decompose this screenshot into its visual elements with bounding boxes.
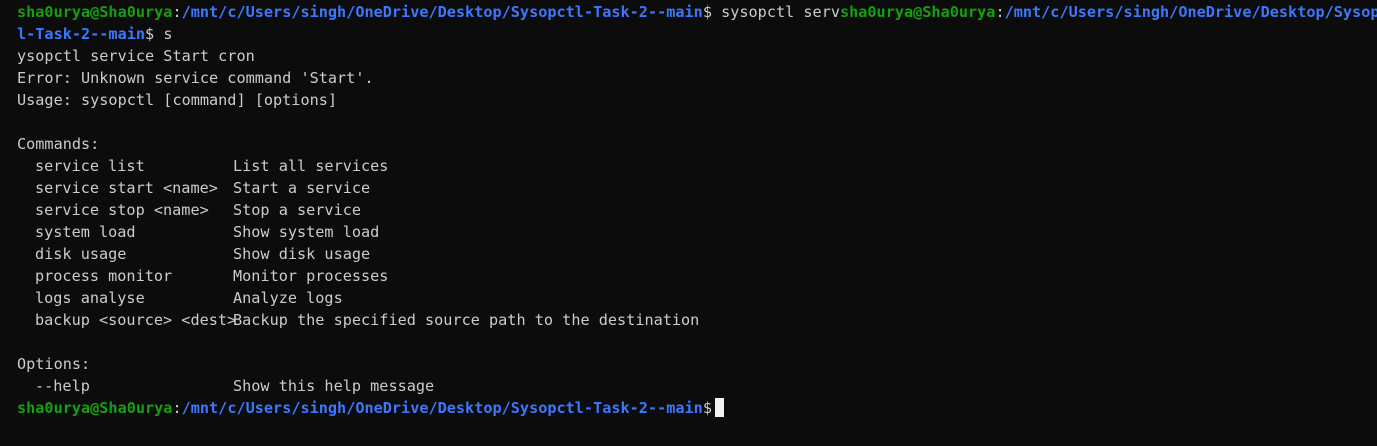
command-row: system load Show system load	[17, 221, 1377, 243]
command-name: backup <source> <dest>	[35, 311, 237, 329]
prompt-path-wrapped: /mnt/c/Users/singh/OneDrive/Desktop/Syso…	[1004, 3, 1377, 21]
command-name: logs analyse	[35, 289, 145, 307]
command-name: service list	[35, 157, 145, 175]
output-echo: ysopctl service Start cron	[17, 47, 255, 65]
prompt-symbol: $	[145, 25, 155, 43]
output-usage: Usage: sysopctl [command] [options]	[17, 91, 338, 109]
prompt-user-host: sha0urya@Sha0urya	[17, 399, 173, 417]
command-row: logs analyse Analyze logs	[17, 287, 1377, 309]
command-desc: Start a service	[233, 179, 371, 197]
command-name: disk usage	[35, 245, 127, 263]
prompt-path-wrapped-tail: l-Task-2--main	[17, 25, 146, 43]
command-name: process monitor	[35, 267, 173, 285]
prompt-user-host: sha0urya@Sha0urya	[839, 3, 996, 21]
prompt-symbol: $	[702, 3, 712, 21]
command-name: system load	[35, 223, 136, 241]
active-prompt-line[interactable]: sha0urya@Sha0urya:/mnt/c/Users/singh/One…	[17, 397, 1377, 419]
commands-header: Commands:	[17, 135, 100, 153]
command-desc: Show disk usage	[233, 245, 371, 263]
option-desc: Show this help message	[233, 377, 435, 395]
command-row: disk usage Show disk usage	[17, 243, 1377, 265]
prompt-path: /mnt/c/Users/singh/OneDrive/Desktop/Syso…	[181, 399, 703, 417]
command-desc: Show system load	[233, 223, 380, 241]
command-row: backup <source> <dest>Backup the specifi…	[17, 309, 1377, 331]
output-error: Error: Unknown service command 'Start'.	[17, 69, 374, 87]
terminal-line-1: sha0urya@Sha0urya:/mnt/c/Users/singh/One…	[17, 1, 1377, 23]
prompt-symbol: $	[702, 399, 712, 417]
command-name: service start <name>	[35, 179, 218, 197]
option-row: --help Show this help message	[17, 375, 1377, 397]
command-desc: Stop a service	[233, 201, 362, 219]
prompt-user-host: sha0urya@Sha0urya	[17, 3, 173, 21]
options-list: --help Show this help message	[17, 375, 1377, 397]
text-cursor[interactable]	[714, 398, 724, 417]
typed-command: sysopctl serv	[711, 3, 840, 21]
command-row: service start <name> Start a service	[17, 177, 1377, 199]
command-name: service stop <name>	[35, 201, 209, 219]
terminal-window[interactable]: sha0urya@Sha0urya:/mnt/c/Users/singh/One…	[0, 0, 1377, 446]
command-row: service stop <name> Stop a service	[17, 199, 1377, 221]
typed-command: s	[154, 25, 173, 43]
option-name: --help	[35, 377, 90, 395]
command-desc: List all services	[233, 157, 389, 175]
command-desc: Analyze logs	[233, 289, 343, 307]
prompt-path: /mnt/c/Users/singh/OneDrive/Desktop/Syso…	[181, 3, 703, 21]
command-desc: Monitor processes	[233, 267, 389, 285]
options-header: Options:	[17, 355, 91, 373]
command-row: service list List all services	[17, 155, 1377, 177]
command-desc: Backup the specified source path to the …	[233, 311, 700, 329]
terminal-line-2: l-Task-2--main$ s	[17, 23, 1377, 45]
commands-list: service list List all services service st…	[17, 155, 1377, 331]
command-row: process monitor Monitor processes	[17, 265, 1377, 287]
